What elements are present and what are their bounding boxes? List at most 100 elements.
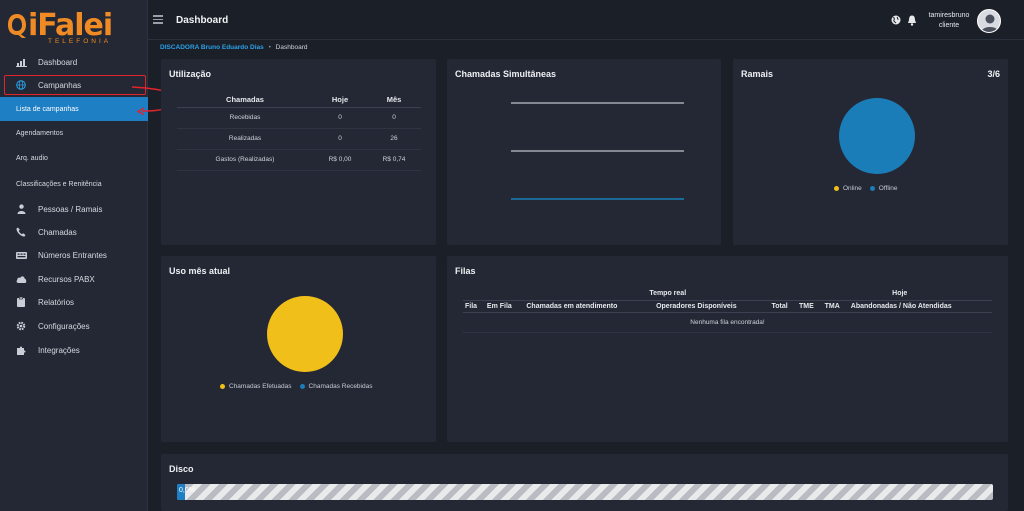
ifalei-logo[interactable]: iFalei TELEFONIA: [6, 8, 142, 46]
hamburger-menu-icon[interactable]: [153, 15, 163, 24]
ramais-pie-chart: [839, 98, 915, 174]
top-header: Dashboard tamiresbruno cliente: [148, 0, 1024, 40]
table-cell: 0: [313, 128, 367, 150]
col-mes: Mês: [367, 93, 421, 108]
legend-recebidas: Chamadas Recebidas: [308, 383, 373, 390]
filas-title: Filas: [455, 266, 476, 276]
legend-offline: Offline: [878, 185, 898, 192]
sidebar-item-integracoes[interactable]: Integrações: [0, 338, 148, 362]
ramais-card: Ramais 3/6 Online Offline: [733, 59, 1008, 245]
breadcrumb-separator: •: [268, 44, 271, 51]
sidebar-item-label: Relatórios: [38, 297, 75, 307]
logo-q-icon: [8, 14, 26, 38]
page-title: Dashboard: [176, 15, 229, 26]
col-tme: TME: [797, 300, 823, 313]
uso-mes-legend: Chamadas Efetuadas Chamadas Recebidas: [220, 383, 372, 390]
legend-efetuadas: Chamadas Efetuadas: [229, 383, 292, 390]
table-row: Realizadas 0 26: [177, 128, 421, 150]
sidebar-item-pessoas-ramais[interactable]: Pessoas / Ramais: [0, 197, 148, 221]
keypad-icon: [15, 249, 27, 261]
filas-card: Filas Tempo real Hoje Fila Em Fila Chama…: [447, 256, 1008, 442]
sidebar-item-label: Dashboard: [38, 57, 78, 67]
sidebar-item-label: Recursos PABX: [38, 274, 95, 284]
table-row: Nenhuma fila encontrada!: [463, 312, 992, 333]
puzzle-icon: [15, 344, 27, 356]
sidebar-subitem-arq-audio[interactable]: Arq. audio: [0, 146, 148, 170]
clipboard-icon: [15, 296, 27, 308]
table-cell: Gastos (Realizadas): [177, 149, 313, 171]
sidebar-item-label: Configurações: [38, 321, 90, 331]
chamadas-simultaneas-title: Chamadas Simultâneas: [455, 69, 557, 79]
table-cell: 26: [367, 128, 421, 150]
person-icon: [15, 203, 27, 215]
sidebar-item-label: Números Entrantes: [38, 250, 107, 260]
table-cell: 0: [313, 107, 367, 129]
empty-message: Nenhuma fila encontrada!: [463, 312, 992, 333]
breadcrumb-link[interactable]: DISCADORA Bruno Eduardo Dias: [160, 44, 264, 51]
breadcrumb: DISCADORA Bruno Eduardo Dias • Dashboard: [160, 44, 307, 51]
col-tma: TMA: [822, 300, 849, 313]
sidebar-item-recursos-pabx[interactable]: Recursos PABX: [0, 267, 148, 291]
gear-icon: [15, 320, 27, 332]
legend-dot-recebidas: [299, 384, 305, 389]
legend-dot-efetuadas: [220, 384, 225, 389]
sidebar-subitem-agendamentos[interactable]: Agendamentos: [0, 121, 148, 145]
uso-mes-card: Uso mês atual Chamadas Efetuadas Chamada…: [161, 256, 436, 442]
breadcrumb-current: Dashboard: [275, 44, 308, 51]
sidebar-item-dashboard[interactable]: Dashboard: [0, 50, 148, 74]
sidebar: iFalei TELEFONIA Dashboard Campanhas Lis…: [0, 0, 148, 511]
col-abandonadas: Abandonadas / Não Atendidas: [848, 300, 992, 313]
col-hoje: Hoje: [313, 93, 367, 108]
col-em-fila: Em Fila: [484, 300, 525, 313]
bell-icon[interactable]: [907, 15, 917, 26]
logo-tagline: TELEFONIA: [48, 38, 112, 45]
highlight-box: [4, 75, 146, 95]
disk-usage-bar: 0,0%: [177, 484, 993, 500]
group-hoje: Hoje: [769, 288, 992, 301]
sidebar-subitem-lista-campanhas[interactable]: Lista de campanhas: [0, 97, 148, 121]
uso-mes-title: Uso mês atual: [169, 266, 231, 276]
chamadas-simultaneas-card: Chamadas Simultâneas: [447, 59, 721, 245]
uso-mes-pie-chart: [267, 296, 343, 372]
sidebar-item-numeros-entrantes[interactable]: Números Entrantes: [0, 243, 148, 267]
legend-online: Online: [843, 185, 862, 192]
user-role: cliente: [938, 22, 960, 29]
table-cell: Realizadas: [177, 128, 313, 150]
ramais-legend: Online Offline: [834, 185, 897, 192]
sidebar-item-configuracoes[interactable]: Configurações: [0, 314, 148, 338]
user-info[interactable]: tamiresbruno cliente: [926, 11, 972, 31]
table-cell: Recebidas: [177, 107, 313, 129]
table-cell: R$ 0,00: [313, 149, 367, 171]
col-fila: Fila: [463, 300, 485, 313]
cloud-icon: [15, 273, 27, 285]
ramais-count: 3/6: [987, 69, 1000, 79]
ramais-title: Ramais: [741, 69, 774, 79]
utilizacao-card: Utilização Chamadas Hoje Mês Recebidas 0…: [161, 59, 436, 245]
phone-icon: [15, 226, 27, 238]
group-tempo-real: Tempo real: [463, 288, 770, 301]
table-cell: 0: [367, 107, 421, 129]
sidebar-item-label: Chamadas: [38, 227, 77, 237]
filas-table: Tempo real Hoje Fila Em Fila Chamadas em…: [463, 288, 992, 333]
legend-dot-online: [834, 186, 839, 191]
col-total: Total: [769, 300, 798, 313]
user-name: tamiresbruno: [928, 12, 970, 19]
utilizacao-title: Utilização: [169, 69, 212, 79]
sidebar-item-chamadas[interactable]: Chamadas: [0, 220, 148, 244]
disco-card: Disco 0,0%: [161, 454, 1008, 511]
col-em-atendimento: Chamadas em atendimento: [524, 300, 655, 313]
col-operadores: Operadores Disponíveis: [654, 300, 770, 313]
table-cell: R$ 0,74: [367, 149, 421, 171]
disk-usage-label: 0,0%: [179, 487, 195, 494]
sidebar-item-label: Pessoas / Ramais: [38, 204, 103, 214]
simultaneas-line-chart: [511, 102, 684, 200]
chart-icon: [15, 56, 27, 68]
col-chamadas: Chamadas: [177, 93, 313, 108]
language-globe-icon[interactable]: [891, 15, 901, 25]
table-row: Gastos (Realizadas) R$ 0,00 R$ 0,74: [177, 149, 421, 171]
avatar[interactable]: [977, 9, 1001, 33]
table-row: Recebidas 0 0: [177, 107, 421, 129]
sidebar-subitem-classificacoes[interactable]: Classificações e Renitência: [0, 172, 148, 196]
utilizacao-table: Chamadas Hoje Mês Recebidas 0 0 Realizad…: [177, 93, 421, 171]
sidebar-item-relatorios[interactable]: Relatórios: [0, 290, 148, 314]
